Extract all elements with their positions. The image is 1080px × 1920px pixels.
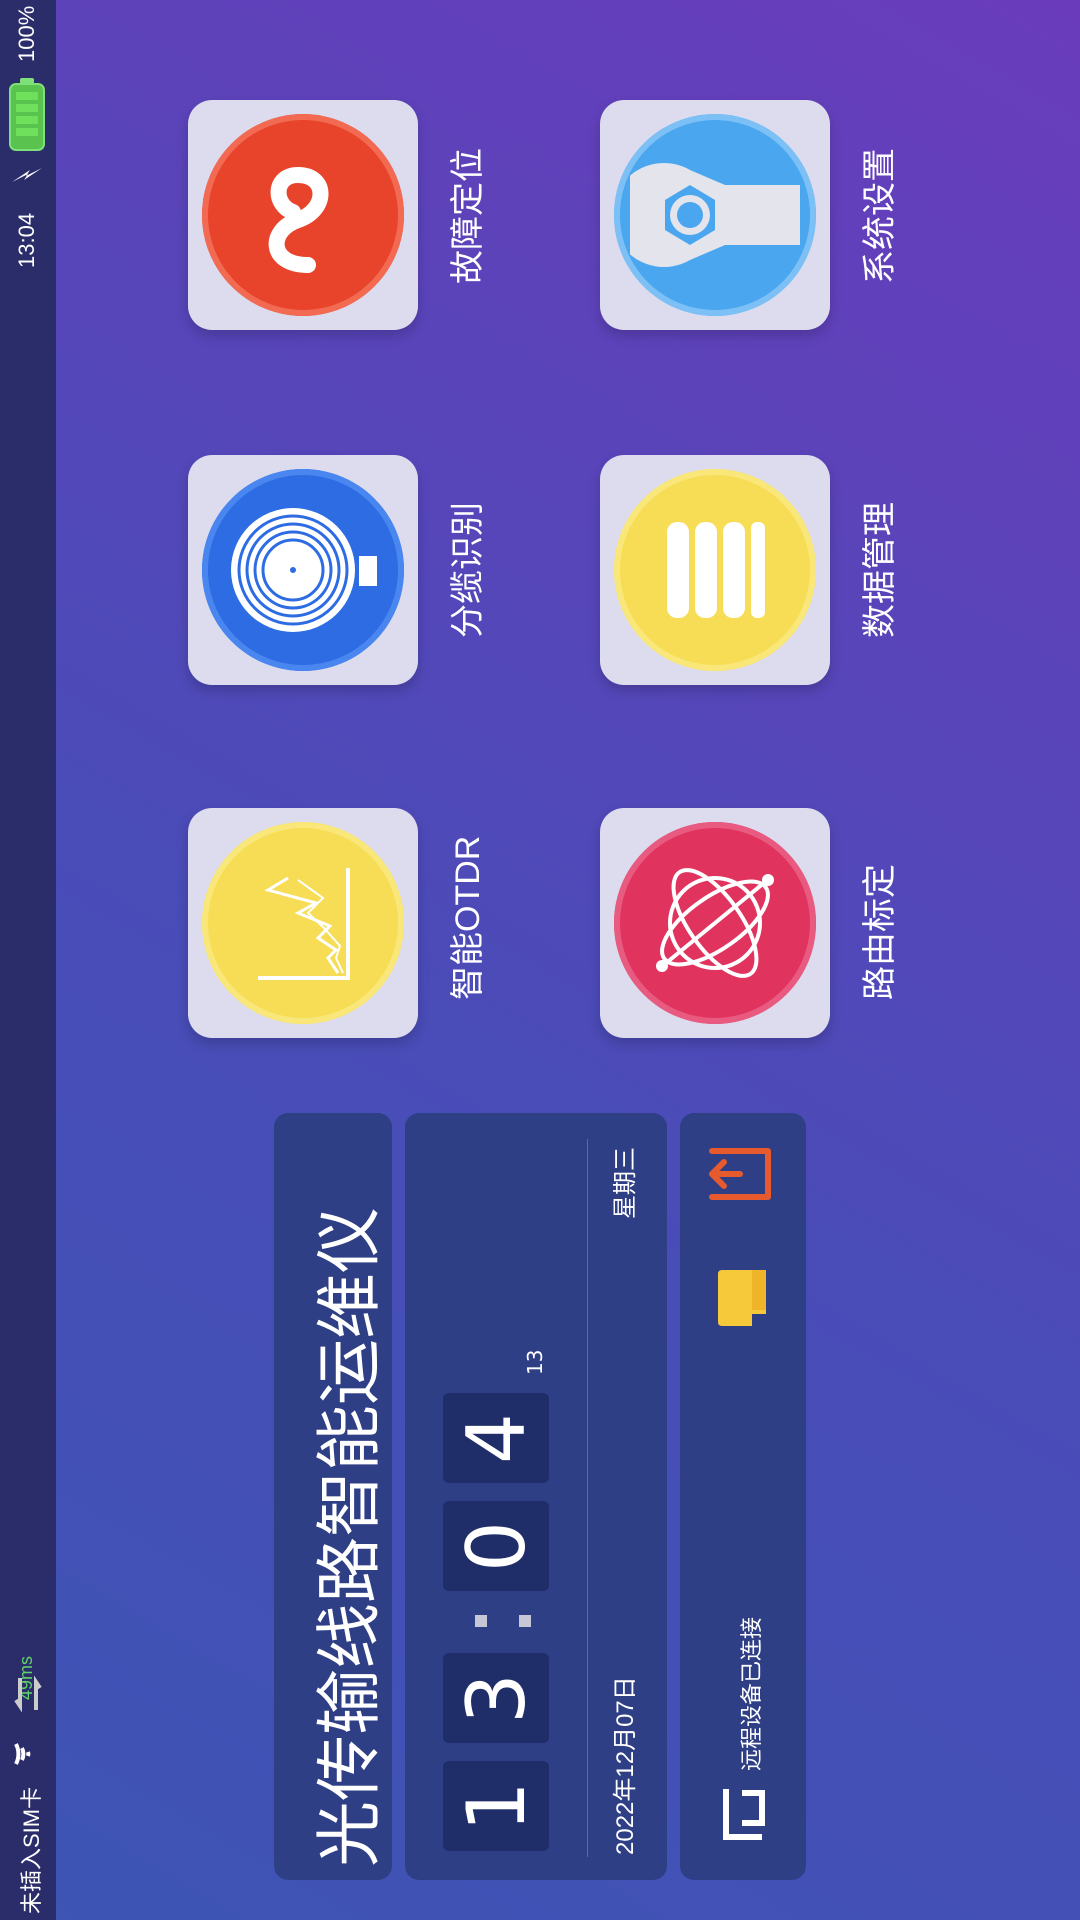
app-tile-route-calibration[interactable] [600,808,830,1038]
wrench-icon [614,114,816,316]
clock-minute-ones: 4 [443,1393,549,1483]
chart-icon [202,822,404,1024]
clock-hour-tens: 1 [443,1761,549,1851]
status-time: 13:04 [14,212,39,268]
orbit-icon [614,822,816,1024]
folder-icon[interactable] [716,1268,768,1334]
status-bar: 100% 13:04 49ms 未插入SIM卡 [0,0,56,1920]
charging-icon [10,160,44,194]
app-label-data-management: 数据管理 [861,502,899,638]
app-tile-fault-location[interactable] [188,100,418,330]
date-text: 2022年12月07日 [612,1676,639,1855]
app-tile-data-management[interactable] [600,455,830,685]
clock-seconds: 13 [523,1349,547,1375]
vinyl-record-icon [202,469,404,671]
clock-hour-ones: 3 [443,1653,549,1743]
battery-percent: 100% [14,5,39,62]
clock-minute-tens: 0 [443,1501,549,1591]
app-label-route-calibration: 路由标定 [861,864,899,1000]
app-label-cable-identify: 分缆识别 [449,502,487,638]
battery-icon [8,78,48,152]
app-tile-cable-identify[interactable] [188,455,418,685]
title-panel: 光传输线路智能运维仪 [274,1113,392,1880]
lastfm-icon [202,114,404,316]
app-label-smart-otdr: 智能OTDR [449,835,487,1000]
weekday-text: 星期三 [612,1147,639,1219]
remote-status: 远程设备已连接 [739,1616,764,1771]
share-icon[interactable] [708,1141,774,1217]
clock-panel: 1 3 0 4 13 2022年12月07日 星期三 [405,1113,667,1880]
clock-divider [587,1139,588,1857]
sim-status: 未插入SIM卡 [19,1786,44,1914]
app-label-fault-location: 故障定位 [449,148,487,284]
app-label-system-settings: 系统设置 [861,148,899,284]
remote-connection-icon [720,1783,768,1847]
app-tile-smart-otdr[interactable] [188,808,418,1038]
data-transfer-icon [14,1675,42,1716]
page-title: 光传输线路智能运维仪 [312,1207,386,1867]
remote-panel: 远程设备已连接 [680,1113,806,1880]
app-tile-system-settings[interactable] [600,100,830,330]
database-icon [614,469,816,671]
wifi-icon [12,1738,44,1774]
